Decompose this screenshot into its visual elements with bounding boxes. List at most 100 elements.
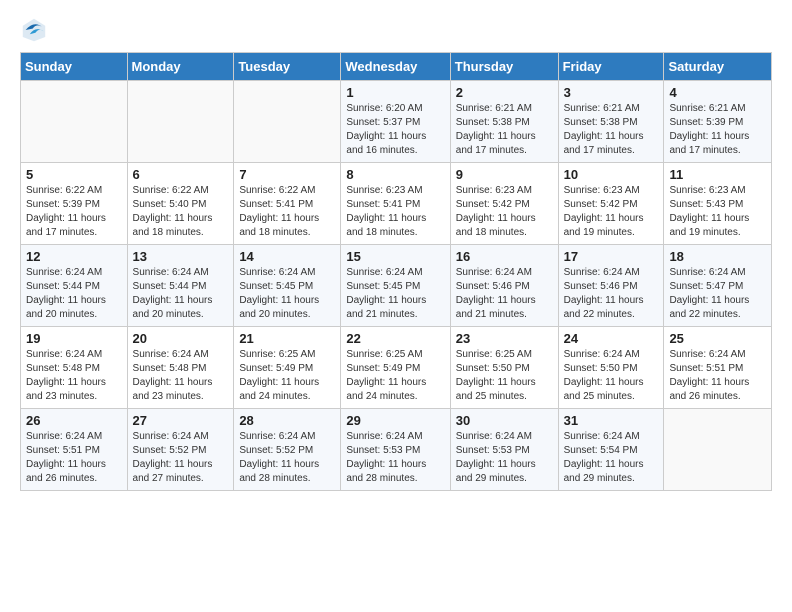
day-number: 4 xyxy=(669,85,766,100)
calendar-day-header: Wednesday xyxy=(341,53,450,81)
day-info: Sunrise: 6:25 AM Sunset: 5:49 PM Dayligh… xyxy=(239,348,335,404)
day-number: 27 xyxy=(133,413,229,428)
day-number: 14 xyxy=(239,249,335,264)
day-number: 19 xyxy=(26,331,122,346)
calendar-cell: 5Sunrise: 6:22 AM Sunset: 5:39 PM Daylig… xyxy=(21,163,128,245)
day-number: 17 xyxy=(564,249,659,264)
calendar-cell: 26 Sunrise: 6:24 AM Sunset: 5:51 PM Dayli… xyxy=(21,409,128,491)
day-number: 11 xyxy=(669,167,766,182)
calendar-day-header: Thursday xyxy=(450,53,558,81)
calendar-cell: 21 Sunrise: 6:25 AM Sunset: 5:49 PM Dayli… xyxy=(234,327,341,409)
day-info: Sunrise: 6:23 AM Sunset: 5:43 PM Dayligh… xyxy=(669,184,766,240)
calendar-day-header: Sunday xyxy=(21,53,128,81)
calendar-cell xyxy=(21,81,128,163)
calendar-cell: 6 Sunrise: 6:22 AM Sunset: 5:40 PM Daylig… xyxy=(127,163,234,245)
calendar-cell xyxy=(664,409,772,491)
day-number: 15 xyxy=(346,249,444,264)
calendar-header-row: SundayMondayTuesdayWednesdayThursdayFrid… xyxy=(21,53,772,81)
day-info: Sunrise: 6:24 AM Sunset: 5:53 PM Dayligh… xyxy=(456,430,553,486)
day-number: 2 xyxy=(456,85,553,100)
calendar-cell: 14 Sunrise: 6:24 AM Sunset: 5:45 PM Dayli… xyxy=(234,245,341,327)
calendar-day-header: Saturday xyxy=(664,53,772,81)
day-info: Sunrise: 6:25 AM Sunset: 5:49 PM Dayligh… xyxy=(346,348,444,404)
calendar-cell: 29 Sunrise: 6:24 AM Sunset: 5:53 PM Dayli… xyxy=(341,409,450,491)
calendar-cell: 2 Sunrise: 6:21 AM Sunset: 5:38 PM Daylig… xyxy=(450,81,558,163)
day-number: 13 xyxy=(133,249,229,264)
day-info: Sunrise: 6:22 AM Sunset: 5:40 PM Dayligh… xyxy=(133,184,229,240)
day-number: 16 xyxy=(456,249,553,264)
calendar-cell: 31 Sunrise: 6:24 AM Sunset: 5:54 PM Dayli… xyxy=(558,409,664,491)
day-info: Sunrise: 6:22 AM Sunset: 5:39 PM Dayligh… xyxy=(26,184,122,240)
page-header xyxy=(20,16,772,44)
calendar-cell: 4 Sunrise: 6:21 AM Sunset: 5:39 PM Daylig… xyxy=(664,81,772,163)
calendar-cell: 1Sunrise: 6:20 AM Sunset: 5:37 PM Daylig… xyxy=(341,81,450,163)
logo-icon xyxy=(20,16,48,44)
day-info: Sunrise: 6:22 AM Sunset: 5:41 PM Dayligh… xyxy=(239,184,335,240)
day-info: Sunrise: 6:21 AM Sunset: 5:38 PM Dayligh… xyxy=(564,102,659,158)
day-number: 21 xyxy=(239,331,335,346)
calendar-cell: 3 Sunrise: 6:21 AM Sunset: 5:38 PM Daylig… xyxy=(558,81,664,163)
calendar-cell: 13 Sunrise: 6:24 AM Sunset: 5:44 PM Dayli… xyxy=(127,245,234,327)
day-info: Sunrise: 6:24 AM Sunset: 5:48 PM Dayligh… xyxy=(133,348,229,404)
day-info: Sunrise: 6:24 AM Sunset: 5:51 PM Dayligh… xyxy=(669,348,766,404)
calendar-cell: 10Sunrise: 6:23 AM Sunset: 5:42 PM Dayli… xyxy=(558,163,664,245)
day-info: Sunrise: 6:24 AM Sunset: 5:53 PM Dayligh… xyxy=(346,430,444,486)
day-info: Sunrise: 6:24 AM Sunset: 5:51 PM Dayligh… xyxy=(26,430,122,486)
calendar-cell xyxy=(127,81,234,163)
day-info: Sunrise: 6:24 AM Sunset: 5:46 PM Dayligh… xyxy=(564,266,659,322)
day-info: Sunrise: 6:21 AM Sunset: 5:38 PM Dayligh… xyxy=(456,102,553,158)
day-info: Sunrise: 6:24 AM Sunset: 5:47 PM Dayligh… xyxy=(669,266,766,322)
day-number: 12 xyxy=(26,249,122,264)
calendar-week-row: 26 Sunrise: 6:24 AM Sunset: 5:51 PM Dayli… xyxy=(21,409,772,491)
calendar-cell: 18Sunrise: 6:24 AM Sunset: 5:47 PM Dayli… xyxy=(664,245,772,327)
calendar-cell: 27 Sunrise: 6:24 AM Sunset: 5:52 PM Dayli… xyxy=(127,409,234,491)
calendar-cell: 17 Sunrise: 6:24 AM Sunset: 5:46 PM Dayli… xyxy=(558,245,664,327)
day-number: 24 xyxy=(564,331,659,346)
calendar-cell: 16 Sunrise: 6:24 AM Sunset: 5:46 PM Dayli… xyxy=(450,245,558,327)
day-number: 25 xyxy=(669,331,766,346)
calendar-cell: 22Sunrise: 6:25 AM Sunset: 5:49 PM Dayli… xyxy=(341,327,450,409)
calendar-week-row: 12 Sunrise: 6:24 AM Sunset: 5:44 PM Dayli… xyxy=(21,245,772,327)
calendar-cell: 11 Sunrise: 6:23 AM Sunset: 5:43 PM Dayli… xyxy=(664,163,772,245)
day-number: 26 xyxy=(26,413,122,428)
day-info: Sunrise: 6:23 AM Sunset: 5:41 PM Dayligh… xyxy=(346,184,444,240)
day-info: Sunrise: 6:21 AM Sunset: 5:39 PM Dayligh… xyxy=(669,102,766,158)
day-number: 29 xyxy=(346,413,444,428)
calendar-day-header: Monday xyxy=(127,53,234,81)
calendar-cell: 15 Sunrise: 6:24 AM Sunset: 5:45 PM Dayli… xyxy=(341,245,450,327)
calendar-cell: 19 Sunrise: 6:24 AM Sunset: 5:48 PM Dayli… xyxy=(21,327,128,409)
calendar-cell: 28Sunrise: 6:24 AM Sunset: 5:52 PM Dayli… xyxy=(234,409,341,491)
day-info: Sunrise: 6:23 AM Sunset: 5:42 PM Dayligh… xyxy=(564,184,659,240)
day-info: Sunrise: 6:25 AM Sunset: 5:50 PM Dayligh… xyxy=(456,348,553,404)
calendar-cell: 23 Sunrise: 6:25 AM Sunset: 5:50 PM Dayli… xyxy=(450,327,558,409)
day-info: Sunrise: 6:24 AM Sunset: 5:46 PM Dayligh… xyxy=(456,266,553,322)
day-info: Sunrise: 6:24 AM Sunset: 5:52 PM Dayligh… xyxy=(133,430,229,486)
calendar-cell: 25 Sunrise: 6:24 AM Sunset: 5:51 PM Dayli… xyxy=(664,327,772,409)
day-info: Sunrise: 6:24 AM Sunset: 5:48 PM Dayligh… xyxy=(26,348,122,404)
calendar-cell xyxy=(234,81,341,163)
calendar-week-row: 5Sunrise: 6:22 AM Sunset: 5:39 PM Daylig… xyxy=(21,163,772,245)
day-number: 20 xyxy=(133,331,229,346)
day-info: Sunrise: 6:24 AM Sunset: 5:45 PM Dayligh… xyxy=(346,266,444,322)
calendar-day-header: Tuesday xyxy=(234,53,341,81)
day-number: 23 xyxy=(456,331,553,346)
day-number: 8 xyxy=(346,167,444,182)
day-number: 30 xyxy=(456,413,553,428)
day-number: 28 xyxy=(239,413,335,428)
calendar-cell: 20 Sunrise: 6:24 AM Sunset: 5:48 PM Dayli… xyxy=(127,327,234,409)
calendar-week-row: 19 Sunrise: 6:24 AM Sunset: 5:48 PM Dayli… xyxy=(21,327,772,409)
day-info: Sunrise: 6:24 AM Sunset: 5:44 PM Dayligh… xyxy=(133,266,229,322)
calendar-cell: 7 Sunrise: 6:22 AM Sunset: 5:41 PM Daylig… xyxy=(234,163,341,245)
day-info: Sunrise: 6:24 AM Sunset: 5:54 PM Dayligh… xyxy=(564,430,659,486)
day-number: 3 xyxy=(564,85,659,100)
day-info: Sunrise: 6:24 AM Sunset: 5:44 PM Dayligh… xyxy=(26,266,122,322)
day-number: 9 xyxy=(456,167,553,182)
day-number: 6 xyxy=(133,167,229,182)
day-info: Sunrise: 6:24 AM Sunset: 5:45 PM Dayligh… xyxy=(239,266,335,322)
logo xyxy=(20,16,52,44)
day-number: 1 xyxy=(346,85,444,100)
day-info: Sunrise: 6:24 AM Sunset: 5:50 PM Dayligh… xyxy=(564,348,659,404)
day-number: 31 xyxy=(564,413,659,428)
day-number: 7 xyxy=(239,167,335,182)
calendar-cell: 8 Sunrise: 6:23 AM Sunset: 5:41 PM Daylig… xyxy=(341,163,450,245)
